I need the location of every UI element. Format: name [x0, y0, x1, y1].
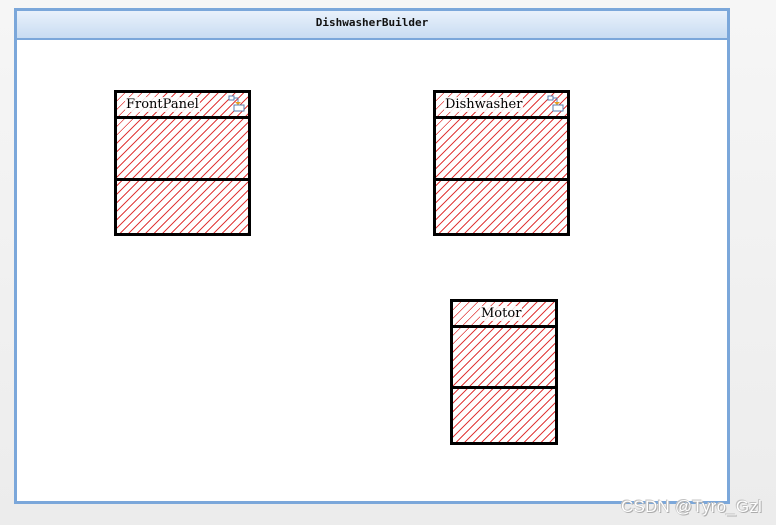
class-box-dishwasher[interactable]: Dishwasher — [433, 90, 570, 236]
composite-structure-icon — [547, 95, 564, 112]
composite-structure-icon — [228, 95, 245, 112]
class-header: Dishwasher — [436, 93, 567, 119]
class-compartment-divider — [117, 178, 248, 181]
class-compartment-divider — [436, 178, 567, 181]
class-name-label: Dishwasher — [444, 97, 524, 112]
class-name-label: Motor — [480, 306, 523, 321]
class-header: Motor — [453, 302, 555, 328]
diagram-window: DishwasherBuilder — [14, 8, 730, 504]
class-box-frontpanel[interactable]: FrontPanel — [114, 90, 251, 236]
class-name-label: FrontPanel — [125, 97, 200, 112]
class-box-motor[interactable]: Motor — [450, 299, 558, 445]
diagram-title: DishwasherBuilder — [17, 11, 727, 40]
class-header: FrontPanel — [117, 93, 248, 119]
watermark-text: CSDN @Tyro_Gzl — [621, 497, 762, 516]
class-compartment-divider — [453, 386, 555, 389]
